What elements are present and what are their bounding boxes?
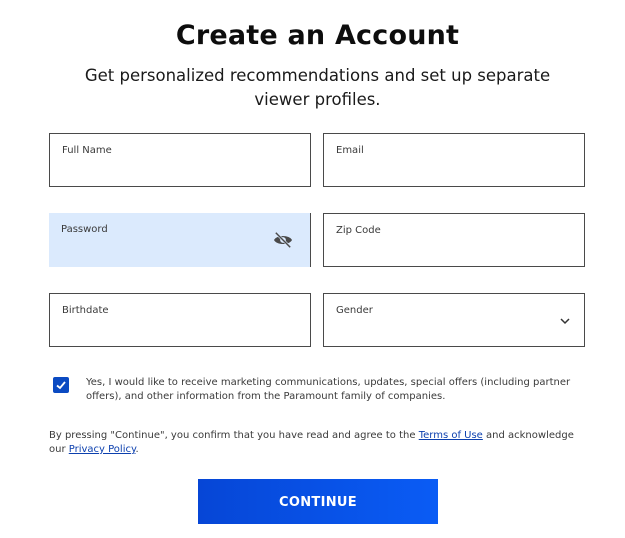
marketing-consent-text: Yes, I would like to receive marketing c…	[86, 377, 571, 402]
birthdate-field[interactable]: Birthdate	[49, 293, 311, 347]
password-label: Password	[61, 224, 108, 235]
email-field[interactable]: Email	[323, 133, 585, 187]
continue-button[interactable]: CONTINUE	[198, 479, 438, 524]
gender-label: Gender	[336, 305, 373, 316]
terms-of-use-link[interactable]: Terms of Use	[419, 430, 483, 441]
page-subtitle: Get personalized recommendations and set…	[84, 66, 551, 109]
checkmark-icon	[56, 381, 66, 390]
eye-off-icon[interactable]	[272, 231, 294, 249]
page-title: Create an Account	[175, 20, 460, 51]
privacy-policy-link[interactable]: Privacy Policy	[69, 444, 136, 455]
zip-code-input[interactable]	[336, 242, 556, 260]
legal-suffix: .	[135, 444, 139, 455]
full-name-input[interactable]	[62, 162, 282, 180]
chevron-down-icon	[560, 318, 570, 325]
full-name-field[interactable]: Full Name	[49, 133, 311, 187]
legal-notice: By pressing "Continue", you confirm that…	[49, 429, 589, 457]
email-label: Email	[336, 145, 364, 156]
birthdate-input[interactable]	[62, 322, 282, 340]
full-name-label: Full Name	[62, 145, 112, 156]
email-input[interactable]	[336, 162, 556, 180]
legal-prefix: By pressing "Continue", you confirm that…	[49, 430, 419, 441]
marketing-consent-checkbox[interactable]	[53, 377, 69, 393]
zip-code-field[interactable]: Zip Code	[323, 213, 585, 267]
birthdate-label: Birthdate	[62, 305, 109, 316]
zip-code-label: Zip Code	[336, 225, 381, 236]
gender-select[interactable]: Gender	[323, 293, 585, 347]
password-field[interactable]: Password	[49, 213, 311, 267]
password-input[interactable]	[61, 241, 281, 259]
